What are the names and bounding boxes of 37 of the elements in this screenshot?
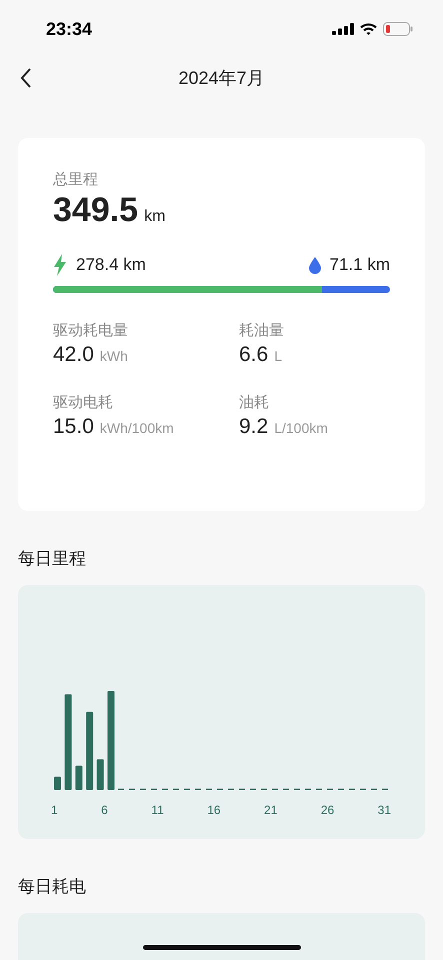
status-time: 23:34 [46, 18, 92, 40]
stat-unit: L [274, 348, 282, 364]
stat-label: 驱动电耗 [53, 393, 114, 412]
fuel-mileage: 71.1 km [330, 255, 390, 275]
axis-label: 21 [264, 803, 278, 817]
chart-bar [54, 776, 61, 790]
total-mileage-unit: km [144, 208, 166, 226]
chart-bar [96, 759, 104, 790]
axis-label: 11 [151, 803, 164, 817]
axis-label: 6 [101, 803, 108, 817]
stat-unit: kWh/100km [100, 420, 174, 436]
stat-value: 9.2 [239, 415, 268, 439]
axis-label: 16 [207, 803, 221, 817]
drop-icon [308, 256, 321, 274]
stat-label: 油耗 [239, 393, 270, 412]
signal-icon [332, 23, 354, 35]
chart-bar [75, 766, 82, 790]
back-icon[interactable] [20, 68, 32, 88]
stat-unit: L/100km [274, 420, 328, 436]
total-mileage-value: 349.5 [53, 191, 138, 230]
page-title: 2024年7月 [178, 67, 265, 90]
stat-label: 驱动耗电量 [53, 321, 129, 340]
battery-icon [383, 22, 413, 36]
axis-label: 26 [320, 803, 334, 817]
section-title: 每日里程 [18, 548, 87, 567]
stat-unit: kWh [100, 348, 128, 364]
section-title: 每日耗电 [18, 876, 87, 895]
stat-label: 耗油量 [239, 321, 285, 340]
lightning-icon [53, 254, 67, 276]
electric-mileage: 278.4 km [76, 255, 146, 275]
axis-label: 1 [51, 803, 58, 817]
wifi-icon [360, 23, 377, 35]
stat-value: 42.0 [53, 343, 94, 367]
total-mileage-label: 总里程 [53, 170, 99, 189]
axis-label: 31 [378, 803, 391, 817]
stat-value: 6.6 [239, 343, 268, 367]
stat-value: 15.0 [53, 415, 94, 439]
